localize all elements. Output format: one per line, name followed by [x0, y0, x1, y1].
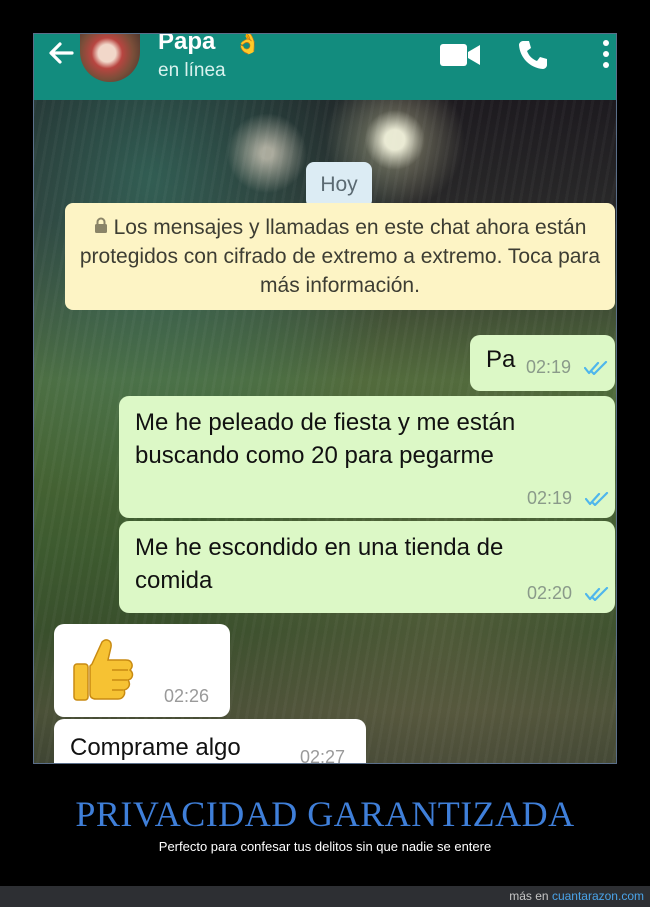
message-bubble[interactable]: 02:26 [54, 624, 230, 717]
screenshot-frame: Papa 👌 en línea Hoy Los mensajes y llama… [33, 33, 617, 764]
message-bubble[interactable]: Me he peleado de fiesta y me están busca… [119, 396, 615, 518]
footer-prefix: más en [509, 889, 549, 903]
footer-text: más en cuantarazon.com [509, 889, 644, 903]
site-link[interactable]: cuantarazon.com [552, 889, 644, 903]
double-check-icon [585, 492, 609, 506]
message-time: 02:19 [527, 488, 573, 508]
arrow-left-icon[interactable] [46, 38, 76, 68]
encryption-notice-text: Los mensajes y llamadas en este chat aho… [79, 216, 601, 297]
footer-bar: más en cuantarazon.com [0, 886, 650, 907]
contact-name[interactable]: Papa [158, 34, 215, 56]
message-text: Comprame algo [70, 734, 241, 761]
phone-icon[interactable] [517, 39, 549, 71]
contact-status: en línea [158, 60, 226, 81]
message-bubble[interactable]: Me he escondido en una tienda de comida … [119, 521, 615, 613]
caption-title: PRIVACIDAD GARANTIZADA [75, 794, 575, 834]
date-chip: Hoy [306, 162, 372, 208]
message-bubble[interactable]: Comprame algo 02:27 [54, 719, 366, 764]
message-text: Pa [486, 346, 516, 373]
double-check-icon [584, 361, 608, 375]
double-check-icon [585, 587, 609, 601]
message-time: 02:27 [300, 747, 346, 764]
lock-icon [94, 217, 107, 233]
video-camera-icon[interactable] [439, 42, 481, 68]
kebab-menu-icon[interactable] [602, 38, 610, 70]
chat-area[interactable]: Hoy Los mensajes y llamadas en este chat… [34, 100, 616, 764]
message-time: 02:26 [164, 686, 210, 706]
message-time: 02:20 [527, 583, 573, 603]
message-text: Me he peleado de fiesta y me están busca… [135, 409, 516, 469]
caption-subtitle: Perfecto para confesar tus delitos sin q… [158, 839, 492, 854]
contact-name-emoji: 👌 [234, 33, 262, 55]
avatar[interactable] [80, 34, 140, 82]
chat-header: Papa 👌 en línea [34, 34, 616, 100]
encryption-notice[interactable]: Los mensajes y llamadas en este chat aho… [65, 203, 615, 310]
message-time: 02:19 [526, 357, 572, 377]
thumbs-up-emoji-icon [73, 639, 134, 701]
message-text: Me he escondido en una tienda de comida [135, 534, 504, 594]
message-bubble[interactable]: Pa 02:19 [470, 335, 615, 391]
